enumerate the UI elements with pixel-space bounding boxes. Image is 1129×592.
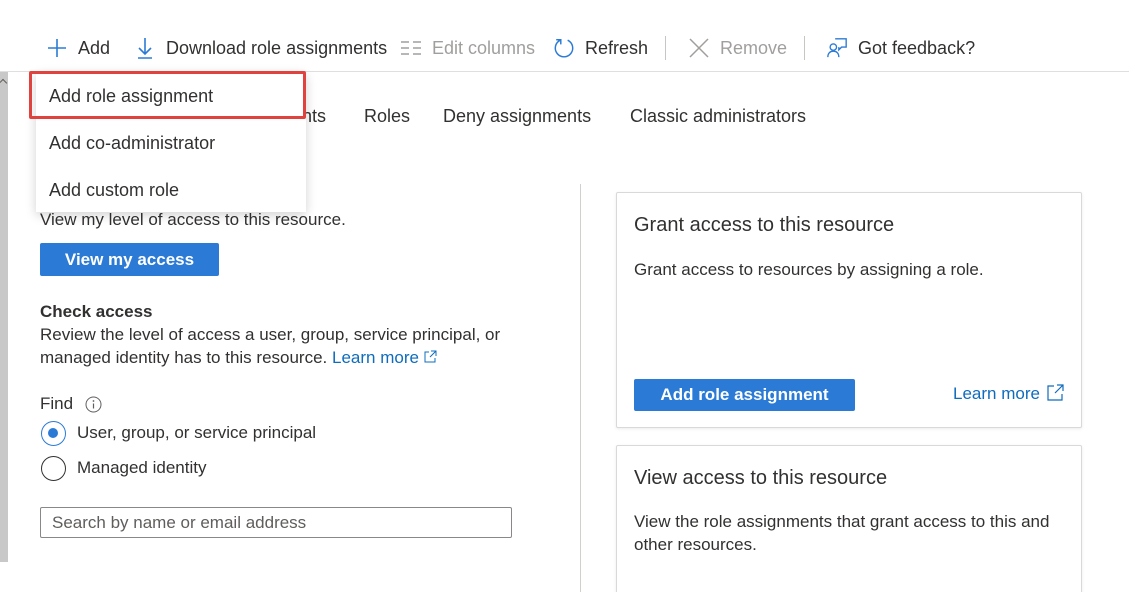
- toolbar-separator: [665, 36, 666, 60]
- command-bar: Add Download role assignments Edit colum…: [0, 0, 1129, 72]
- vertical-divider: [580, 184, 581, 592]
- learn-more-link[interactable]: Learn more: [332, 348, 437, 367]
- search-input[interactable]: [40, 507, 512, 538]
- left-scroll-strip[interactable]: [0, 72, 8, 562]
- radio-label-managed-identity: Managed identity: [77, 458, 207, 477]
- tab-classic-administrators[interactable]: Classic administrators: [630, 106, 806, 127]
- grant-learn-more-label: Learn more: [953, 384, 1040, 403]
- view-card-description-line2: other resources.: [634, 535, 757, 554]
- radio-user-group-service-principal[interactable]: [41, 421, 66, 446]
- columns-icon: [400, 37, 422, 59]
- feedback-label: Got feedback?: [858, 37, 976, 58]
- grant-access-card: Grant access to this resource Grant acce…: [616, 192, 1082, 428]
- toolbar-separator: [804, 36, 805, 60]
- grant-card-title: Grant access to this resource: [634, 214, 895, 236]
- my-access-description: View my level of access to this resource…: [40, 210, 346, 229]
- check-access-description-text: managed identity has to this resource.: [40, 348, 328, 367]
- tab-roles[interactable]: Roles: [364, 106, 410, 127]
- remove-label: Remove: [720, 37, 788, 58]
- remove-button[interactable]: Remove: [688, 34, 787, 62]
- view-card-title: View access to this resource: [634, 467, 888, 489]
- view-access-card: View access to this resource View the ro…: [616, 445, 1082, 592]
- feedback-button[interactable]: Got feedback?: [826, 34, 975, 62]
- tab-deny-assignments[interactable]: Deny assignments: [443, 106, 591, 127]
- find-label: Find: [40, 394, 74, 413]
- feedback-icon: [826, 37, 848, 59]
- add-button-label: Add: [78, 37, 111, 58]
- download-role-assignments-button[interactable]: Download role assignments: [134, 34, 387, 62]
- add-role-assignment-button[interactable]: Add role assignment: [634, 379, 855, 411]
- external-link-icon: [424, 350, 437, 363]
- radio-label-user-group: User, group, or service principal: [77, 423, 317, 442]
- view-card-description-line1: View the role assignments that grant acc…: [634, 512, 1050, 531]
- external-link-icon: [1047, 384, 1064, 401]
- refresh-button[interactable]: Refresh: [553, 34, 648, 62]
- plus-icon: [46, 37, 68, 59]
- check-access-title: Check access: [40, 302, 153, 321]
- grant-learn-more-link[interactable]: Learn more: [953, 384, 1064, 404]
- check-access-description-line1: Review the level of access a user, group…: [40, 325, 501, 344]
- edit-columns-label: Edit columns: [432, 37, 536, 58]
- learn-more-label: Learn more: [332, 348, 419, 367]
- radio-managed-identity[interactable]: [41, 456, 66, 481]
- download-button-label: Download role assignments: [166, 37, 388, 58]
- view-my-access-button[interactable]: View my access: [40, 243, 219, 276]
- grant-card-description: Grant access to resources by assigning a…: [634, 260, 984, 279]
- close-icon: [688, 37, 710, 59]
- download-icon: [134, 37, 156, 59]
- info-icon[interactable]: [85, 396, 102, 413]
- menu-item-add-co-administrator[interactable]: Add co-administrator: [49, 133, 215, 154]
- highlight-box: [29, 71, 306, 119]
- refresh-icon: [553, 37, 575, 59]
- menu-item-add-custom-role[interactable]: Add custom role: [49, 180, 179, 201]
- refresh-label: Refresh: [585, 37, 649, 58]
- add-button[interactable]: Add: [46, 34, 110, 62]
- check-access-description-line2: managed identity has to this resource. L…: [40, 348, 437, 368]
- edit-columns-button[interactable]: Edit columns: [400, 34, 535, 62]
